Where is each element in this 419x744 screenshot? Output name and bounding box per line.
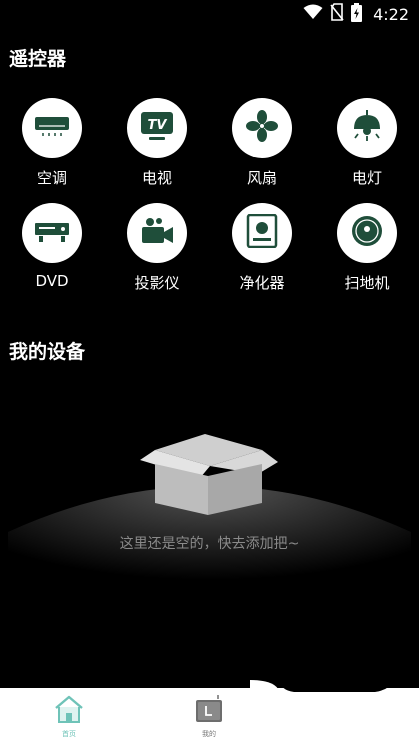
battery-icon [351,2,363,26]
my-devices-section-title: 我的设备 [9,341,86,363]
status-bar: 4:22 [0,0,419,28]
nav-tab-mine[interactable]: 我的 [184,694,234,739]
air-purifier-icon [246,213,278,252]
remote-item-label: DVD [35,272,69,290]
remote-item-robot-vacuum[interactable]: 扫地机 [322,203,412,293]
home-icon [53,695,85,728]
remote-item-purifier[interactable]: 净化器 [217,203,307,293]
tv-icon: TV [140,111,174,145]
remote-item-lamp[interactable]: 电灯 [322,98,412,188]
lamp-icon [350,110,384,146]
robot-vacuum-icon [350,214,384,252]
nav-decoration [250,680,419,710]
air-conditioner-icon [34,115,70,141]
remote-item-tv[interactable]: TV 电视 [112,98,202,188]
bottom-navigation: 首页 我的 [0,680,419,744]
fan-icon [245,109,279,147]
tv-icon-text: TV [148,118,168,133]
profile-icon [193,695,225,728]
remote-item-label: 扫地机 [344,274,390,292]
empty-box-illustration [8,434,411,620]
empty-state [0,420,419,620]
remote-item-projector[interactable]: 投影仪 [112,203,202,293]
remote-item-air-conditioner[interactable]: 空调 [7,98,97,188]
empty-state-message: 这里还是空的，快去添加把~ [119,536,300,552]
remote-item-label: 投影仪 [134,274,180,292]
remote-item-fan[interactable]: 风扇 [217,98,307,188]
remote-item-label: 空调 [36,169,67,187]
status-icons: 4:22 [303,2,409,26]
dvd-player-icon [34,218,70,248]
wifi-icon [303,4,323,24]
remote-item-label: 净化器 [239,274,285,292]
nav-tab-mine-label: 我的 [202,730,216,738]
nav-tab-home[interactable]: 首页 [44,694,94,739]
remote-item-label: 风扇 [246,169,277,187]
remote-item-label: 电视 [141,169,172,187]
no-sim-icon [330,3,344,25]
remote-item-label: 电灯 [351,169,382,187]
projector-icon [140,216,174,250]
remote-section-title: 遥控器 [9,48,67,70]
status-time: 4:22 [373,4,409,24]
remote-item-dvd[interactable]: DVD [7,203,97,290]
nav-tab-home-label: 首页 [62,730,76,738]
